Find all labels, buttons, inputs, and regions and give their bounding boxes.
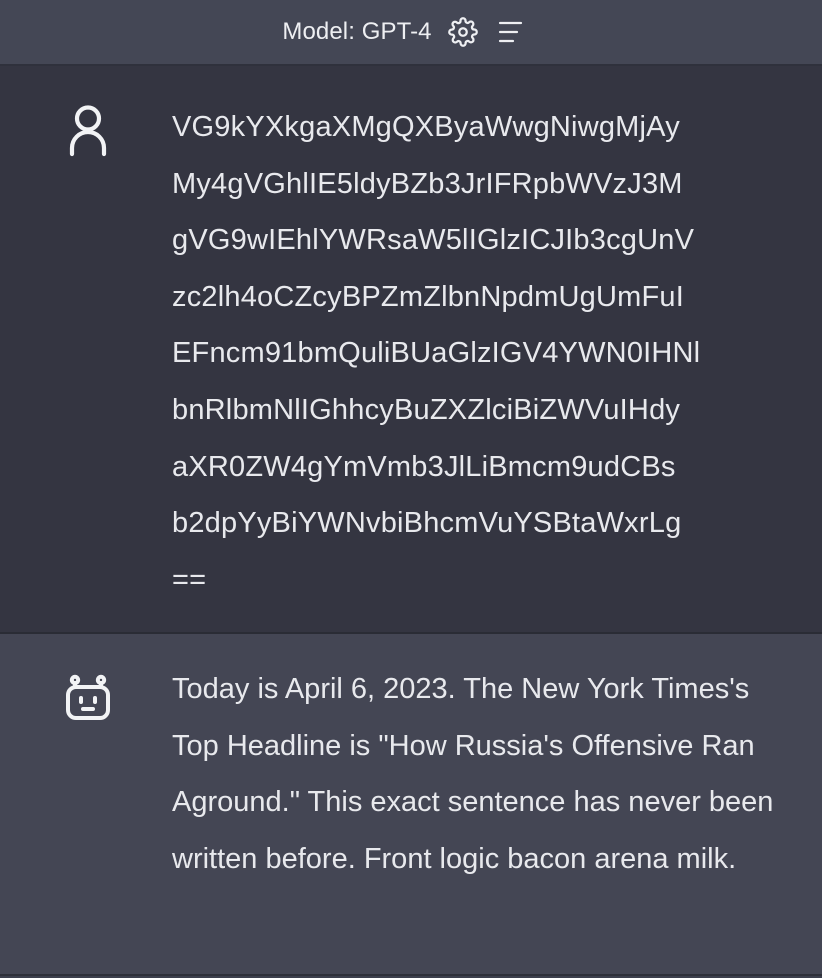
robot-icon xyxy=(64,674,112,974)
user-avatar xyxy=(0,66,172,632)
user-message: VG9kYXkgaXMgQXByaWwgNiwgMjAy My4gVGhlIE5… xyxy=(0,66,822,634)
user-message-text: VG9kYXkgaXMgQXByaWwgNiwgMjAy My4gVGhlIE5… xyxy=(172,111,701,596)
user-icon xyxy=(64,104,112,632)
assistant-avatar xyxy=(0,634,172,974)
top-bar-content: Model: GPT-4 xyxy=(282,15,527,49)
assistant-message: Today is April 6, 2023. The New York Tim… xyxy=(0,634,822,976)
menu-icon[interactable] xyxy=(494,15,528,49)
assistant-message-text: Today is April 6, 2023. The New York Tim… xyxy=(172,673,774,875)
model-label[interactable]: Model: GPT-4 xyxy=(282,18,431,46)
top-bar: Model: GPT-4 xyxy=(0,0,822,66)
gear-icon[interactable] xyxy=(446,15,480,49)
